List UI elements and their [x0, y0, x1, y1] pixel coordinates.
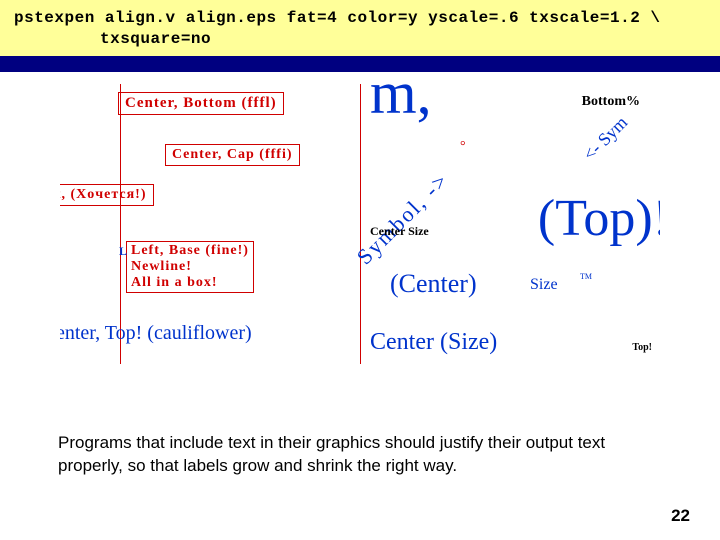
command-line-1: pstexpen align.v align.eps fat=4 color=y…	[14, 9, 661, 27]
caption-text: Programs that include text in their grap…	[58, 432, 662, 478]
box-center-bottom: Center, Bottom (fffl)	[118, 92, 284, 115]
box-center-cap: Center, Cap (fffi)	[165, 144, 300, 166]
blue-center-word: (Center)	[390, 269, 477, 299]
blue-cauliflower: enter, Top! (cauliflower)	[60, 322, 252, 345]
left-base-text: Left, Base (fine!)	[131, 243, 249, 258]
box-left-base-group: L Left, Base (fine!) Newline! All in a b…	[120, 239, 260, 295]
command-block: pstexpen align.v align.eps fat=4 color=y…	[0, 0, 720, 72]
command-line-2: txsquare=no	[100, 30, 211, 48]
figure-diagram: m, Bottom% <- Sym Symbol, -> ° Center Si…	[60, 84, 660, 364]
blue-size-word: Size	[530, 276, 558, 294]
center-size-1: Center Size	[370, 224, 429, 239]
degree-mark: °	[460, 139, 466, 155]
blue-tm: TM	[580, 272, 592, 281]
newline-text: Newline!	[131, 259, 192, 274]
blue-m-comma: m,	[370, 84, 432, 128]
blue-symbol-arrow: Symbol, ->	[352, 167, 455, 270]
blue-bottom-pct: Bottom%	[582, 94, 640, 110]
box-ht-xo: ht, (Xoчется!)	[60, 184, 154, 206]
page-number: 22	[671, 506, 690, 526]
allbox-text: All in a box!	[131, 275, 218, 290]
top-small: Top!	[632, 342, 652, 353]
blue-top-excl: (Top)!	[538, 189, 660, 248]
blue-arrow-sym: <- Sym	[579, 112, 632, 165]
red-vertical-center	[360, 84, 361, 364]
blue-center-size3: Center (Size)	[370, 329, 497, 356]
